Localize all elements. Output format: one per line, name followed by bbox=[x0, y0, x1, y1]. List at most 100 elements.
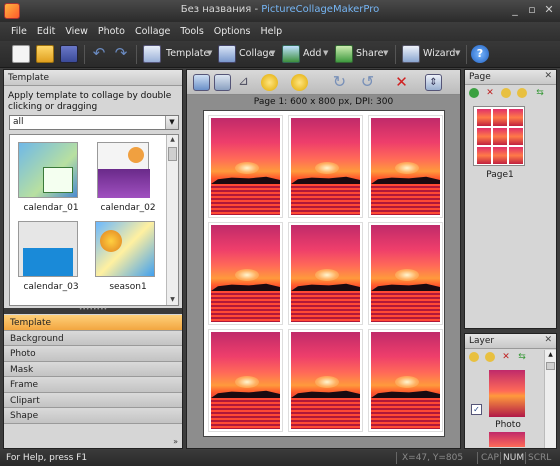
scroll-down-icon[interactable]: ▼ bbox=[167, 295, 178, 305]
menu-view[interactable]: View bbox=[60, 26, 93, 37]
maximize-icon[interactable]: ▫ bbox=[525, 4, 539, 17]
menu-help[interactable]: Help bbox=[255, 26, 287, 37]
collage-photo[interactable] bbox=[208, 115, 283, 218]
undo-icon[interactable]: ↶ bbox=[90, 45, 108, 63]
collage-photo[interactable] bbox=[368, 329, 443, 432]
tab-shape[interactable]: Shape bbox=[4, 408, 182, 424]
help-icon[interactable]: ? bbox=[471, 45, 489, 63]
template-button[interactable]: Template bbox=[166, 48, 209, 59]
page-thumbnail[interactable] bbox=[473, 106, 525, 166]
menu-collage[interactable]: Collage bbox=[130, 26, 175, 37]
scroll-up-icon[interactable]: ▲ bbox=[167, 135, 178, 145]
status-divider bbox=[525, 452, 526, 464]
template-thumbnail bbox=[18, 142, 78, 198]
layer-down-icon[interactable] bbox=[485, 352, 495, 362]
add-image-icon[interactable] bbox=[282, 45, 300, 63]
water-graphic bbox=[211, 184, 280, 215]
tab-photo[interactable]: Photo bbox=[4, 346, 182, 362]
collage-photo[interactable] bbox=[288, 222, 363, 325]
collage-photo[interactable] bbox=[208, 222, 283, 325]
layer-up-icon[interactable] bbox=[469, 352, 479, 362]
chevron-down-icon[interactable]: ▼ bbox=[455, 49, 460, 57]
tab-background[interactable]: Background bbox=[4, 330, 182, 346]
rotate-left-icon[interactable]: ↺ bbox=[359, 74, 376, 91]
delete-icon[interactable]: ✕ bbox=[393, 74, 410, 91]
template-icon[interactable] bbox=[143, 45, 161, 63]
add-button[interactable]: Add bbox=[303, 48, 321, 59]
template-thumbnail bbox=[97, 142, 150, 198]
refresh-icon[interactable]: ⇆ bbox=[535, 88, 545, 98]
open-folder-icon[interactable] bbox=[36, 45, 54, 63]
close-icon[interactable]: ✕ bbox=[544, 71, 552, 81]
minimize-icon[interactable]: _ bbox=[508, 4, 522, 17]
collage-photo[interactable] bbox=[208, 329, 283, 432]
panel-header: Layer ✕ bbox=[465, 334, 556, 349]
align-icon[interactable]: ⇕ bbox=[425, 74, 442, 91]
redo-icon[interactable]: ↷ bbox=[112, 45, 130, 63]
close-icon[interactable]: ✕ bbox=[542, 4, 556, 17]
tab-mask[interactable]: Mask bbox=[4, 361, 182, 377]
tab-frame[interactable]: Frame bbox=[4, 377, 182, 393]
refresh-layers-icon[interactable]: ⇆ bbox=[517, 352, 527, 362]
fit-page-icon[interactable] bbox=[193, 74, 210, 91]
calendar-grid-graphic bbox=[43, 167, 73, 193]
template-list-scrollbar[interactable]: ▲ ▼ bbox=[166, 135, 178, 305]
layer-toolbar: ✕ ⇆ bbox=[465, 349, 556, 365]
scrollbar-thumb[interactable] bbox=[168, 147, 177, 161]
chevron-down-icon[interactable]: ▼ bbox=[165, 116, 178, 129]
layer-thumbnail[interactable] bbox=[489, 432, 525, 447]
scroll-up-icon[interactable]: ▲ bbox=[545, 350, 556, 360]
menu-file[interactable]: File bbox=[6, 26, 32, 37]
chevron-down-icon[interactable]: ▼ bbox=[323, 49, 328, 57]
collage-photo[interactable] bbox=[368, 222, 443, 325]
more-tabs-icon[interactable]: » bbox=[173, 437, 178, 446]
chevron-down-icon[interactable]: ▼ bbox=[383, 49, 388, 57]
scrollbar-thumb[interactable] bbox=[546, 362, 555, 370]
collage-photo[interactable] bbox=[288, 329, 363, 432]
template-thumbnail bbox=[18, 221, 78, 277]
move-down-icon[interactable] bbox=[517, 88, 527, 98]
layer-scrollbar[interactable]: ▲ bbox=[544, 350, 556, 448]
save-icon[interactable] bbox=[60, 45, 78, 63]
layer-visibility-checkbox[interactable]: ✓ bbox=[471, 404, 482, 415]
template-filter-select[interactable]: all ▼ bbox=[9, 115, 179, 130]
window-title: Без названия - PictureCollageMakerPro bbox=[0, 4, 560, 15]
rotate-right-icon[interactable]: ↻ bbox=[331, 74, 348, 91]
delete-page-icon[interactable]: ✕ bbox=[485, 88, 495, 98]
chevron-down-icon[interactable]: ▼ bbox=[207, 49, 212, 57]
wizard-button[interactable]: Wizard bbox=[423, 48, 455, 59]
menu-tools[interactable]: Tools bbox=[175, 26, 208, 37]
collage-photo[interactable] bbox=[368, 115, 443, 218]
toolbar-divider bbox=[395, 45, 396, 64]
wizard-icon[interactable] bbox=[402, 45, 420, 63]
chevron-down-icon[interactable]: ▼ bbox=[270, 49, 275, 57]
menu-options[interactable]: Options bbox=[209, 26, 256, 37]
close-icon[interactable]: ✕ bbox=[544, 335, 552, 345]
collage-photo[interactable] bbox=[288, 115, 363, 218]
new-file-icon[interactable] bbox=[12, 45, 30, 63]
tab-template[interactable]: Template bbox=[4, 315, 182, 331]
mini-photo bbox=[509, 128, 523, 145]
tab-clipart[interactable]: Clipart bbox=[4, 392, 182, 408]
move-up-icon[interactable] bbox=[501, 88, 511, 98]
share-button[interactable]: Share bbox=[356, 48, 383, 59]
caps-lock-indicator: CAP bbox=[481, 453, 499, 463]
menu-photo[interactable]: Photo bbox=[93, 26, 130, 37]
bring-forward-icon[interactable] bbox=[261, 74, 278, 91]
collage-page[interactable] bbox=[203, 110, 445, 437]
crop-icon[interactable]: ⊿ bbox=[235, 74, 252, 91]
delete-layer-icon[interactable]: ✕ bbox=[501, 352, 511, 362]
menu-edit[interactable]: Edit bbox=[32, 26, 60, 37]
add-page-icon[interactable] bbox=[469, 88, 479, 98]
crop-photo-icon[interactable] bbox=[214, 74, 231, 91]
template-list: calendar_01 calendar_02 calendar_03 seas… bbox=[9, 134, 179, 306]
layer-thumbnail[interactable] bbox=[489, 370, 525, 417]
page-info: Page 1: 600 x 800 px, DPI: 300 bbox=[253, 97, 394, 107]
num-lock-indicator: NUM bbox=[503, 453, 525, 463]
share-icon[interactable] bbox=[335, 45, 353, 63]
page-panel: Page ✕ ✕ ⇆ Page1 bbox=[464, 69, 557, 329]
panel-splitter[interactable]: •••••••• bbox=[4, 307, 182, 314]
layer-label: Photo bbox=[495, 420, 521, 430]
send-backward-icon[interactable] bbox=[291, 74, 308, 91]
collage-icon[interactable] bbox=[218, 45, 236, 63]
